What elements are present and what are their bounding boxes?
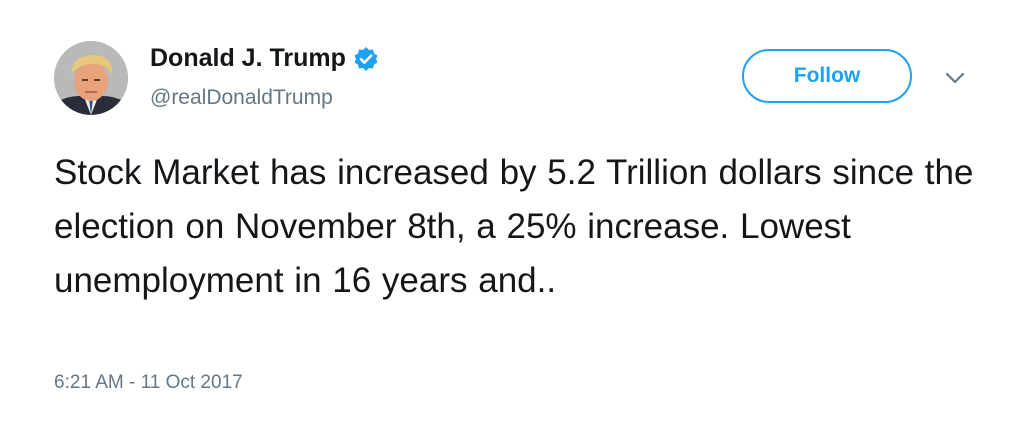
author-handle[interactable]: @realDonaldTrump (150, 86, 333, 110)
tweet-timestamp[interactable]: 6:21 AM - 11 Oct 2017 (54, 372, 243, 394)
tweet-text: Stock Market has increased by 5.2 Trilli… (54, 153, 974, 300)
verified-badge-icon (353, 46, 379, 72)
author-name-row[interactable]: Donald J. Trump (150, 44, 379, 73)
chevron-down-icon[interactable] (944, 70, 966, 86)
avatar[interactable] (54, 41, 128, 115)
avatar-photo (54, 41, 128, 115)
author-display-name[interactable]: Donald J. Trump (150, 44, 346, 73)
follow-button[interactable]: Follow (742, 49, 912, 103)
